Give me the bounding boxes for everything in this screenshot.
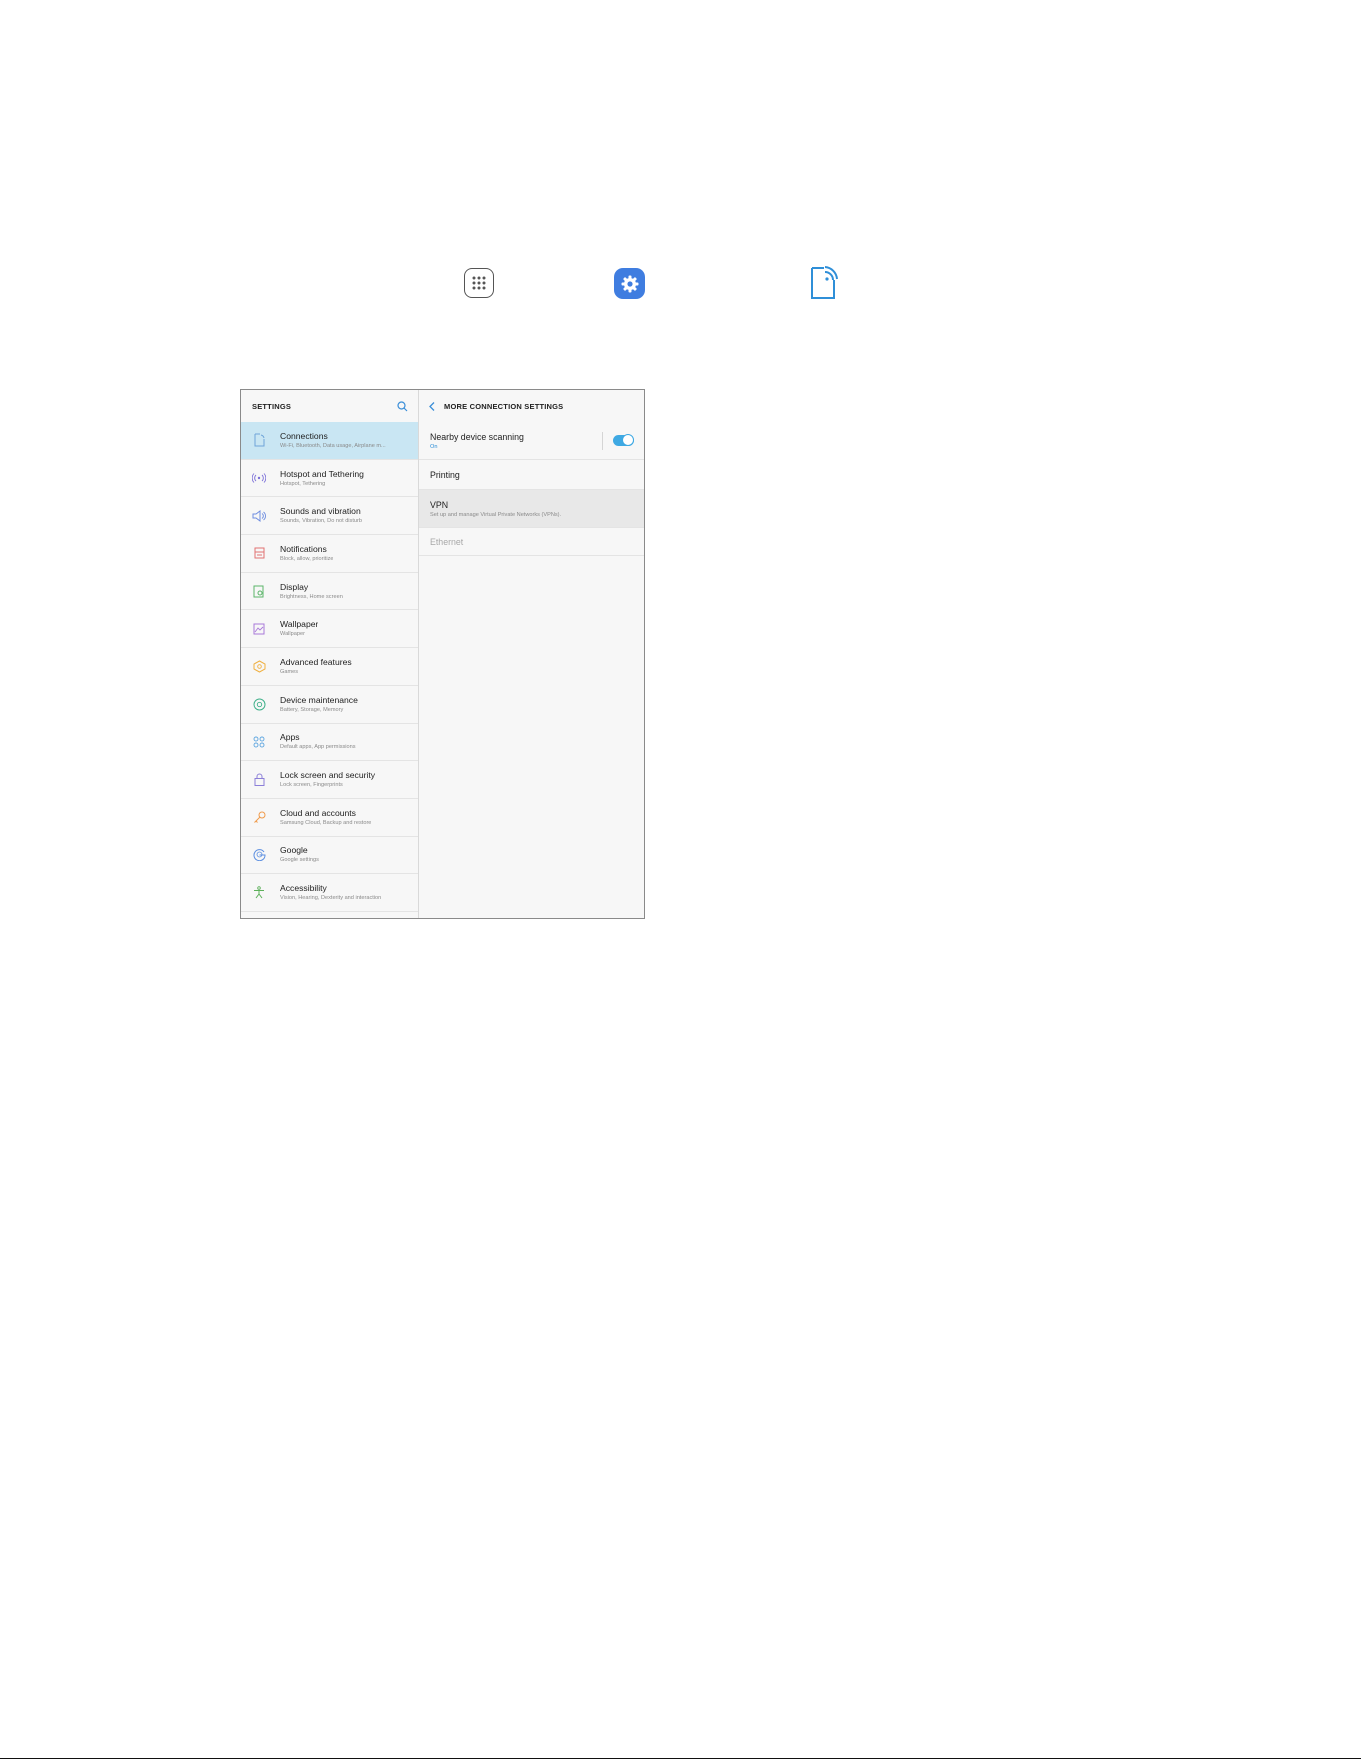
- sidebar-item-text: Hotspot and Tethering Hotspot, Tethering: [280, 469, 364, 488]
- sidebar-item-text: Accessibility Vision, Hearing, Dexterity …: [280, 883, 381, 902]
- sidebar-item-subtitle: Wi-Fi, Bluetooth, Data usage, Airplane m…: [280, 442, 386, 449]
- sidebar-item-subtitle: Block, allow, prioritize: [280, 555, 334, 562]
- sidebar-item-text: Apps Default apps, App permissions: [280, 732, 356, 751]
- connections-icon: [251, 432, 267, 448]
- more-connection-settings-pane: MORE CONNECTION SETTINGS Nearby device s…: [419, 390, 644, 918]
- nearby-device-scanning-label: Nearby device scanning: [430, 431, 524, 442]
- sidebar-item-accessibility[interactable]: Accessibility Vision, Hearing, Dexterity …: [241, 874, 418, 912]
- detail-title: MORE CONNECTION SETTINGS: [444, 401, 564, 411]
- settings-header: SETTINGS: [241, 390, 418, 422]
- detail-header: MORE CONNECTION SETTINGS: [419, 390, 644, 422]
- accessibility-icon: [251, 885, 267, 901]
- apps-grid-icon: [251, 734, 267, 750]
- sidebar-item-text: Wallpaper Wallpaper: [280, 619, 318, 638]
- sidebar-item-label: Display: [280, 581, 309, 592]
- sidebar-item-label: Connections: [280, 430, 328, 441]
- sidebar-item-label: Lock screen and security: [280, 770, 376, 781]
- sidebar-item-label: Advanced features: [280, 656, 352, 667]
- sidebar-item-text: Lock screen and security Lock screen, Fin…: [280, 770, 375, 789]
- row-divider: [602, 431, 603, 450]
- ethernet-label: Ethernet: [430, 536, 464, 547]
- vpn-description: Set up and manage Virtual Private Networ…: [430, 511, 562, 518]
- sidebar-item-text: Google Google settings: [280, 845, 319, 864]
- connections-icon[interactable]: [806, 264, 838, 302]
- sidebar-item-text: Sounds and vibration Sounds, Vibration, D…: [280, 506, 362, 525]
- sidebar-item-hotspot-and-tethering[interactable]: Hotspot and Tethering Hotspot, Tethering: [241, 460, 418, 498]
- sidebar-item-lock-screen-and-security[interactable]: Lock screen and security Lock screen, Fin…: [241, 761, 418, 799]
- key-icon: [251, 809, 267, 825]
- sidebar-item-subtitle: Samsung Cloud, Backup and restore: [280, 819, 372, 826]
- lock-icon: [251, 772, 267, 788]
- sidebar-item-subtitle: Brightness, Home screen: [280, 593, 343, 600]
- vpn-label: VPN: [430, 499, 449, 510]
- sidebar-item-subtitle: Hotspot, Tethering: [280, 480, 326, 487]
- sidebar-item-text: Cloud and accounts Samsung Cloud, Backup …: [280, 808, 371, 827]
- settings-menu-pane: SETTINGS Connections Wi-Fi, Bluetooth, Da…: [241, 390, 419, 918]
- ethernet-row[interactable]: Ethernet: [419, 528, 644, 556]
- sidebar-item-text: Display Brightness, Home screen: [280, 582, 343, 601]
- sidebar-item-display[interactable]: Display Brightness, Home screen: [241, 573, 418, 611]
- nearby-device-scanning-toggle[interactable]: [613, 434, 634, 446]
- printing-row[interactable]: Printing: [419, 460, 644, 490]
- back-arrow-icon[interactable]: [429, 401, 435, 411]
- settings-title: SETTINGS: [252, 401, 292, 411]
- sidebar-item-label: Apps: [280, 732, 300, 743]
- sidebar-item-sounds-and-vibration[interactable]: Sounds and vibration Sounds, Vibration, D…: [241, 497, 418, 536]
- sidebar-item-text: Advanced features Games: [280, 657, 352, 676]
- sidebar-item-subtitle: Battery, Storage, Memory: [280, 706, 344, 713]
- sidebar-item-advanced-features[interactable]: Advanced features Games: [241, 648, 418, 686]
- sidebar-item-label: Wallpaper: [280, 619, 319, 630]
- sidebar-item-subtitle: Google settings: [280, 857, 319, 864]
- nearby-device-scanning-row[interactable]: Nearby device scanning On: [419, 422, 644, 460]
- device-maintenance-icon: [251, 696, 267, 712]
- sidebar-item-wallpaper[interactable]: Wallpaper Wallpaper: [241, 610, 418, 649]
- google-icon: [251, 847, 267, 863]
- sidebar-item-label: Google: [280, 845, 308, 856]
- sidebar-item-subtitle: Games: [280, 668, 299, 675]
- sidebar-item-subtitle: Vision, Hearing, Dexterity and interacti…: [280, 895, 382, 902]
- settings-icon[interactable]: [614, 268, 645, 299]
- hotspot-icon: [251, 470, 267, 486]
- sidebar-item-label: Cloud and accounts: [280, 807, 356, 818]
- page-bottom-rule: [0, 1758, 1361, 1759]
- advanced-features-icon: [251, 658, 267, 674]
- sidebar-item-label: Hotspot and Tethering: [280, 468, 364, 479]
- vpn-row[interactable]: VPN Set up and manage Virtual Private Ne…: [419, 490, 644, 528]
- sidebar-item-apps[interactable]: Apps Default apps, App permissions: [241, 724, 418, 762]
- sidebar-item-text: Connections Wi-Fi, Bluetooth, Data usage,…: [280, 431, 386, 450]
- speaker-icon: [251, 508, 267, 524]
- sidebar-item-device-maintenance[interactable]: Device maintenance Battery, Storage, Memo…: [241, 686, 418, 724]
- sidebar-item-label: Device maintenance: [280, 694, 358, 705]
- search-icon[interactable]: [397, 400, 408, 412]
- sidebar-item-subtitle: Lock screen, Fingerprints: [280, 782, 343, 789]
- settings-screenshot: SETTINGS Connections Wi-Fi, Bluetooth, Da…: [240, 389, 645, 919]
- sidebar-item-google[interactable]: Google Google settings: [241, 837, 418, 875]
- sidebar-item-text: Device maintenance Battery, Storage, Memo…: [280, 695, 358, 714]
- sidebar-item-label: Accessibility: [280, 883, 327, 894]
- display-icon: [251, 583, 267, 599]
- nearby-device-scanning-status: On: [430, 443, 438, 450]
- sidebar-item-cloud-and-accounts[interactable]: Cloud and accounts Samsung Cloud, Backup …: [241, 799, 418, 837]
- settings-menu-list: Connections Wi-Fi, Bluetooth, Data usage,…: [241, 422, 418, 912]
- notifications-icon: [251, 545, 267, 561]
- sidebar-item-subtitle: Default apps, App permissions: [280, 744, 356, 751]
- sidebar-item-label: Sounds and vibration: [280, 506, 361, 517]
- sidebar-item-text: Notifications Block, allow, prioritize: [280, 544, 333, 563]
- apps-icon[interactable]: [464, 268, 494, 298]
- sidebar-item-notifications[interactable]: Notifications Block, allow, prioritize: [241, 535, 418, 573]
- wallpaper-icon: [251, 621, 267, 637]
- sidebar-item-connections[interactable]: Connections Wi-Fi, Bluetooth, Data usage,…: [241, 422, 418, 460]
- sidebar-item-subtitle: Wallpaper: [280, 631, 305, 638]
- printing-label: Printing: [430, 469, 460, 480]
- sidebar-item-label: Notifications: [280, 543, 327, 554]
- sidebar-item-subtitle: Sounds, Vibration, Do not disturb: [280, 518, 362, 525]
